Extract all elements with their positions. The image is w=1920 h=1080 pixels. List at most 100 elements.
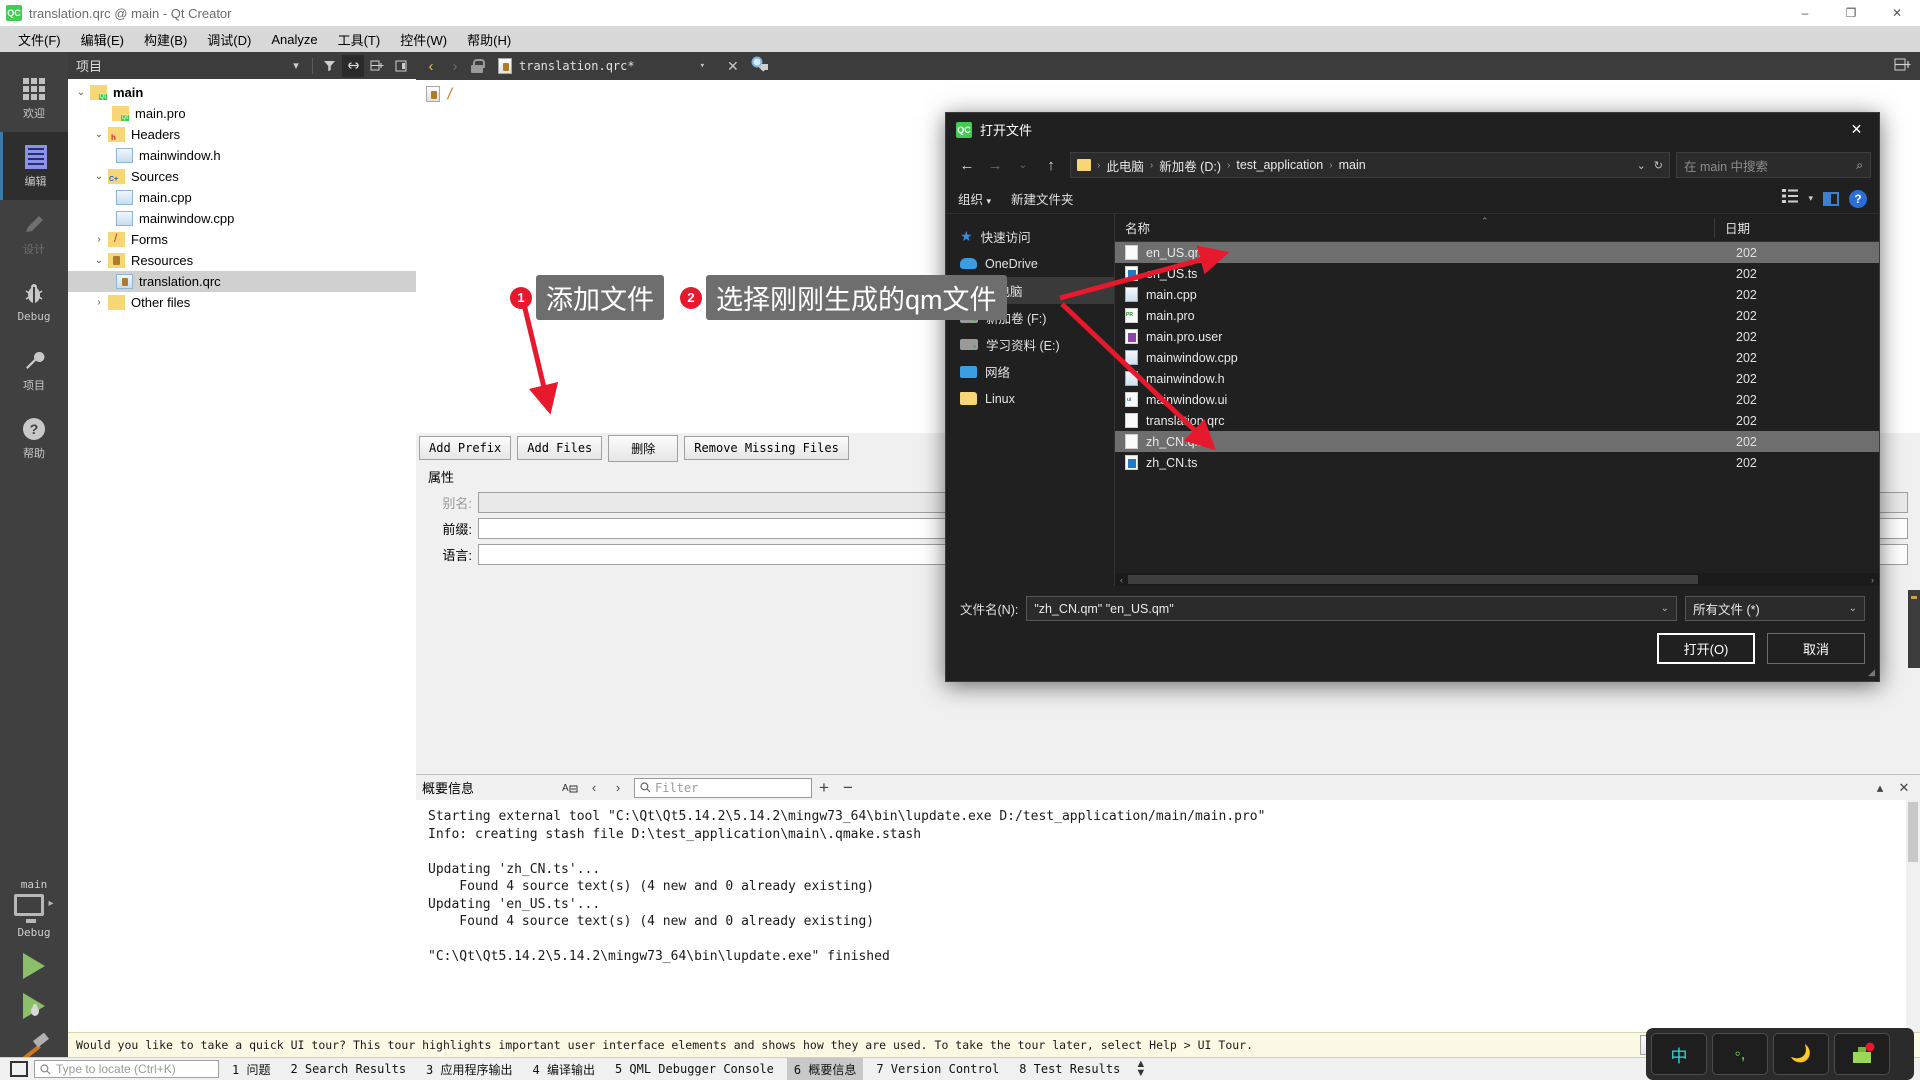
recent-locations-icon[interactable]: ⌄	[1010, 152, 1036, 178]
tree-item-other-files[interactable]: › Other files	[68, 292, 416, 313]
twisty-icon[interactable]: ⌄	[90, 129, 108, 140]
link-with-editor-icon[interactable]	[342, 54, 364, 77]
file-row[interactable]: en_US.ts 202	[1115, 263, 1879, 284]
tree-item-main[interactable]: ⌄ main	[68, 82, 416, 103]
address-bar[interactable]: › 此电脑 › 新加卷 (D:) › test_application › ma…	[1070, 152, 1670, 178]
file-list[interactable]: en_US.qm 202 en_US.ts 202 main.cpp 202 P…	[1115, 242, 1879, 573]
maximize-output-icon[interactable]: ▴	[1868, 777, 1892, 799]
menu-tools[interactable]: 工具(T)	[328, 27, 391, 52]
mode-design[interactable]: 设计	[0, 200, 68, 268]
breadcrumb-test-application[interactable]: test_application	[1236, 158, 1323, 172]
minimize-button[interactable]: –	[1782, 0, 1828, 26]
status-tab-search-results[interactable]: 2 Search Results	[283, 1059, 413, 1079]
close-tab-icon[interactable]: ✕	[727, 58, 739, 75]
new-folder-button[interactable]: 新建文件夹	[1011, 189, 1074, 208]
file-row[interactable]: mainwindow.cpp 202	[1115, 347, 1879, 368]
split-editor-icon[interactable]	[1894, 57, 1914, 75]
ime-punctuation-icon[interactable]: ◦,	[1712, 1033, 1768, 1075]
file-row[interactable]: zh_CN.qm 202	[1115, 431, 1879, 452]
file-row[interactable]: mainwindow.ui 202	[1115, 389, 1879, 410]
ime-toolbar[interactable]: 中 ◦, 🌙	[1646, 1028, 1914, 1080]
file-row[interactable]: zh_CN.ts 202	[1115, 452, 1879, 473]
menu-debug[interactable]: 调试(D)	[197, 27, 261, 52]
resize-grip-icon[interactable]: ◢	[1868, 667, 1875, 678]
view-mode-icon[interactable]	[1782, 189, 1799, 208]
file-row[interactable]: main.pro.user 202	[1115, 326, 1879, 347]
menu-analyze[interactable]: Analyze	[261, 29, 327, 50]
twisty-icon[interactable]: ⌄	[90, 171, 108, 182]
tree-item-mainwindow-h[interactable]: mainwindow.h	[68, 145, 416, 166]
remove-missing-files-button[interactable]: Remove Missing Files	[684, 436, 849, 460]
close-output-icon[interactable]: ✕	[1892, 777, 1916, 799]
run-button[interactable]	[23, 953, 45, 979]
chevron-down-icon[interactable]: ⌄	[1661, 603, 1669, 614]
column-header-name[interactable]: 名称	[1115, 217, 1715, 238]
scroll-left-icon[interactable]: ‹	[1115, 575, 1128, 585]
tree-item-main-cpp[interactable]: main.cpp	[68, 187, 416, 208]
kit-selector[interactable]: ▸	[14, 891, 54, 923]
sidebar-item-onedrive[interactable]: OneDrive	[946, 250, 1114, 277]
inspect-icon[interactable]	[751, 56, 769, 77]
right-edge-tool-strip[interactable]	[1908, 590, 1920, 668]
mode-debug[interactable]: Debug	[0, 268, 68, 336]
sidebar-item-drive-e[interactable]: 学习资料 (E:)	[946, 331, 1114, 358]
sidebar-item-quick-access[interactable]: ★ 快速访问	[946, 223, 1114, 250]
mode-welcome[interactable]: 欢迎	[0, 64, 68, 132]
project-tree[interactable]: ⌄ main main.pro ⌄ Headers mainwindow.h ⌄…	[68, 79, 416, 1010]
status-tab-test-results[interactable]: 8 Test Results	[1012, 1059, 1127, 1079]
ime-toolbox-icon[interactable]	[1834, 1033, 1890, 1075]
twisty-icon[interactable]: ›	[90, 297, 108, 308]
menu-edit[interactable]: 编辑(E)	[71, 27, 134, 52]
status-tab-application-output[interactable]: 3 应用程序输出	[419, 1058, 519, 1080]
refresh-icon[interactable]: ↻	[1654, 159, 1663, 172]
tree-item-forms[interactable]: › Forms	[68, 229, 416, 250]
column-header-date[interactable]: 日期	[1715, 218, 1750, 237]
navigate-forward-icon[interactable]: ›	[446, 58, 464, 75]
file-list-horizontal-scrollbar[interactable]: ‹ ›	[1115, 573, 1879, 586]
ime-chinese-mode-icon[interactable]: 中	[1651, 1033, 1707, 1075]
breadcrumb-drive-d[interactable]: 新加卷 (D:)	[1159, 156, 1221, 175]
status-tab-general-messages[interactable]: 6 概要信息	[786, 1057, 864, 1080]
debug-run-button[interactable]	[23, 993, 45, 1019]
navigate-back-icon[interactable]: ‹	[422, 58, 440, 75]
tree-item-translation-qrc[interactable]: translation.qrc	[68, 271, 416, 292]
file-row[interactable]: main.cpp 202	[1115, 284, 1879, 305]
editor-tab-translation-qrc[interactable]: translation.qrc* ▾	[490, 55, 714, 77]
help-icon[interactable]: ?	[1849, 189, 1867, 208]
resource-prefix-row[interactable]: /	[426, 86, 1910, 102]
tree-item-resources[interactable]: ⌄ Resources	[68, 250, 416, 271]
zoom-out-icon[interactable]: −	[836, 777, 860, 799]
status-tab-scroll-icon[interactable]: ▲ ▼	[1135, 1059, 1146, 1079]
chevron-down-icon[interactable]: ▾	[700, 61, 705, 71]
filter-icon[interactable]	[318, 55, 340, 77]
output-prev-icon[interactable]: ‹	[582, 777, 606, 799]
close-button[interactable]: ✕	[1874, 0, 1920, 26]
output-toggle-icon[interactable]	[10, 1061, 28, 1077]
menu-widgets[interactable]: 控件(W)	[390, 27, 457, 52]
preview-pane-icon[interactable]	[1823, 191, 1839, 206]
forward-icon[interactable]: →	[982, 152, 1008, 178]
output-scrollbar[interactable]	[1906, 800, 1920, 1032]
scroll-right-icon[interactable]: ›	[1866, 575, 1879, 585]
output-filter-input[interactable]: Filter	[634, 777, 812, 798]
maximize-button[interactable]: ❐	[1828, 0, 1874, 26]
twisty-icon[interactable]: ⌄	[72, 87, 90, 98]
chevron-down-icon[interactable]: ⌄	[1849, 603, 1857, 614]
up-icon[interactable]: ↑	[1038, 152, 1064, 178]
open-file-dialog[interactable]: QC 打开文件 ✕ ← → ⌄ ↑ › 此电脑 › 新加卷 (D:) › tes…	[945, 112, 1880, 682]
tree-item-mainwindow-cpp[interactable]: mainwindow.cpp	[68, 208, 416, 229]
delete-button[interactable]: 删除	[608, 434, 679, 462]
tree-item-sources[interactable]: ⌄ Sources	[68, 166, 416, 187]
status-tab-issues[interactable]: 1 问题	[225, 1058, 277, 1080]
ime-moon-icon[interactable]: 🌙	[1773, 1033, 1829, 1075]
locator-input[interactable]: Type to locate (Ctrl+K)	[34, 1060, 219, 1078]
lock-icon[interactable]	[470, 58, 485, 74]
back-icon[interactable]: ←	[954, 152, 980, 178]
twisty-icon[interactable]: ⌄	[90, 255, 108, 266]
dialog-close-button[interactable]: ✕	[1834, 113, 1879, 146]
filetype-select[interactable]: 所有文件 (*) ⌄	[1685, 596, 1865, 621]
breadcrumb-this-pc[interactable]: 此电脑	[1106, 156, 1144, 175]
status-tab-qml-debugger-console[interactable]: 5 QML Debugger Console	[608, 1059, 781, 1079]
status-tab-compile-output[interactable]: 4 编译输出	[526, 1058, 602, 1080]
mode-projects[interactable]: 项目	[0, 336, 68, 404]
